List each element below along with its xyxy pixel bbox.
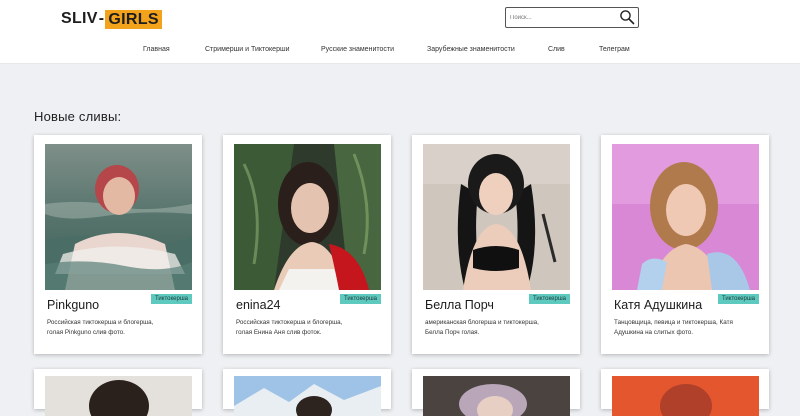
card-description: Танцовщица, певица и тиктокерша, Катя Ад… bbox=[614, 319, 733, 336]
card-photo[interactable] bbox=[45, 376, 192, 416]
category-badge[interactable]: Тиктокерша bbox=[340, 294, 381, 304]
nav-item-russian-celebs[interactable]: Русские знаменитости bbox=[321, 46, 394, 53]
nav-item-streamers[interactable]: Стримерши и Тиктокерши bbox=[205, 46, 289, 53]
nav-item-leak[interactable]: Слив bbox=[548, 46, 565, 53]
logo-separator: - bbox=[98, 10, 105, 27]
card-photo[interactable] bbox=[423, 376, 570, 416]
card-title[interactable]: enina24 bbox=[236, 298, 281, 312]
card-title[interactable]: Катя Адушкина bbox=[614, 298, 702, 312]
card-description: американская блогерша и тиктокерша, Белл… bbox=[425, 319, 539, 336]
card-photo[interactable] bbox=[612, 144, 759, 290]
card-katya-adushkina[interactable]: Тиктокерша Катя Адушкина Танцовщица, пев… bbox=[601, 135, 769, 354]
card-description: Российская тиктокерша и блогерша, голая … bbox=[47, 319, 154, 336]
card-photo[interactable] bbox=[612, 376, 759, 416]
card-pinkguno[interactable]: Тиктокерша Pinkguno Российская тиктокерш… bbox=[34, 135, 202, 354]
card-enina24[interactable]: Тиктокерша enina24 Российская тиктокерша… bbox=[223, 135, 391, 354]
category-badge[interactable]: Тиктокерша bbox=[529, 294, 570, 304]
card-photo[interactable] bbox=[45, 144, 192, 290]
search-box bbox=[505, 7, 639, 28]
logo-text-left: SLIV bbox=[61, 10, 98, 27]
card-description: Российская тиктокерша и блогерша, голая … bbox=[236, 319, 343, 336]
nav-item-home[interactable]: Главная bbox=[143, 46, 170, 53]
search-input[interactable] bbox=[506, 8, 614, 27]
category-badge[interactable]: Тиктокерша bbox=[718, 294, 759, 304]
site-logo[interactable]: SLIV - GIRLS bbox=[61, 8, 162, 30]
card-photo[interactable] bbox=[234, 376, 381, 416]
card-title[interactable]: Pinkguno bbox=[47, 298, 99, 312]
card-row2-1[interactable] bbox=[34, 369, 202, 416]
card-row2-3[interactable] bbox=[412, 369, 580, 416]
card-title[interactable]: Белла Порч bbox=[425, 298, 494, 312]
main-nav: Главная Стримерши и Тиктокерши Русские з… bbox=[0, 38, 800, 64]
search-icon[interactable] bbox=[619, 9, 635, 25]
category-badge[interactable]: Тиктокерша bbox=[151, 294, 192, 304]
card-photo[interactable] bbox=[423, 144, 570, 290]
card-bella-porch[interactable]: Тиктокерша Белла Порч американская блоге… bbox=[412, 135, 580, 354]
section-title: Новые сливы: bbox=[34, 109, 122, 124]
card-photo[interactable] bbox=[234, 144, 381, 290]
nav-item-telegram[interactable]: Телеграм bbox=[599, 46, 630, 53]
nav-item-foreign-celebs[interactable]: Зарубежные знаменитости bbox=[427, 46, 515, 53]
card-row2-4[interactable] bbox=[601, 369, 769, 416]
site-header: SLIV - GIRLS bbox=[0, 0, 800, 39]
card-row2-2[interactable] bbox=[223, 369, 391, 416]
logo-text-right: GIRLS bbox=[105, 9, 162, 29]
